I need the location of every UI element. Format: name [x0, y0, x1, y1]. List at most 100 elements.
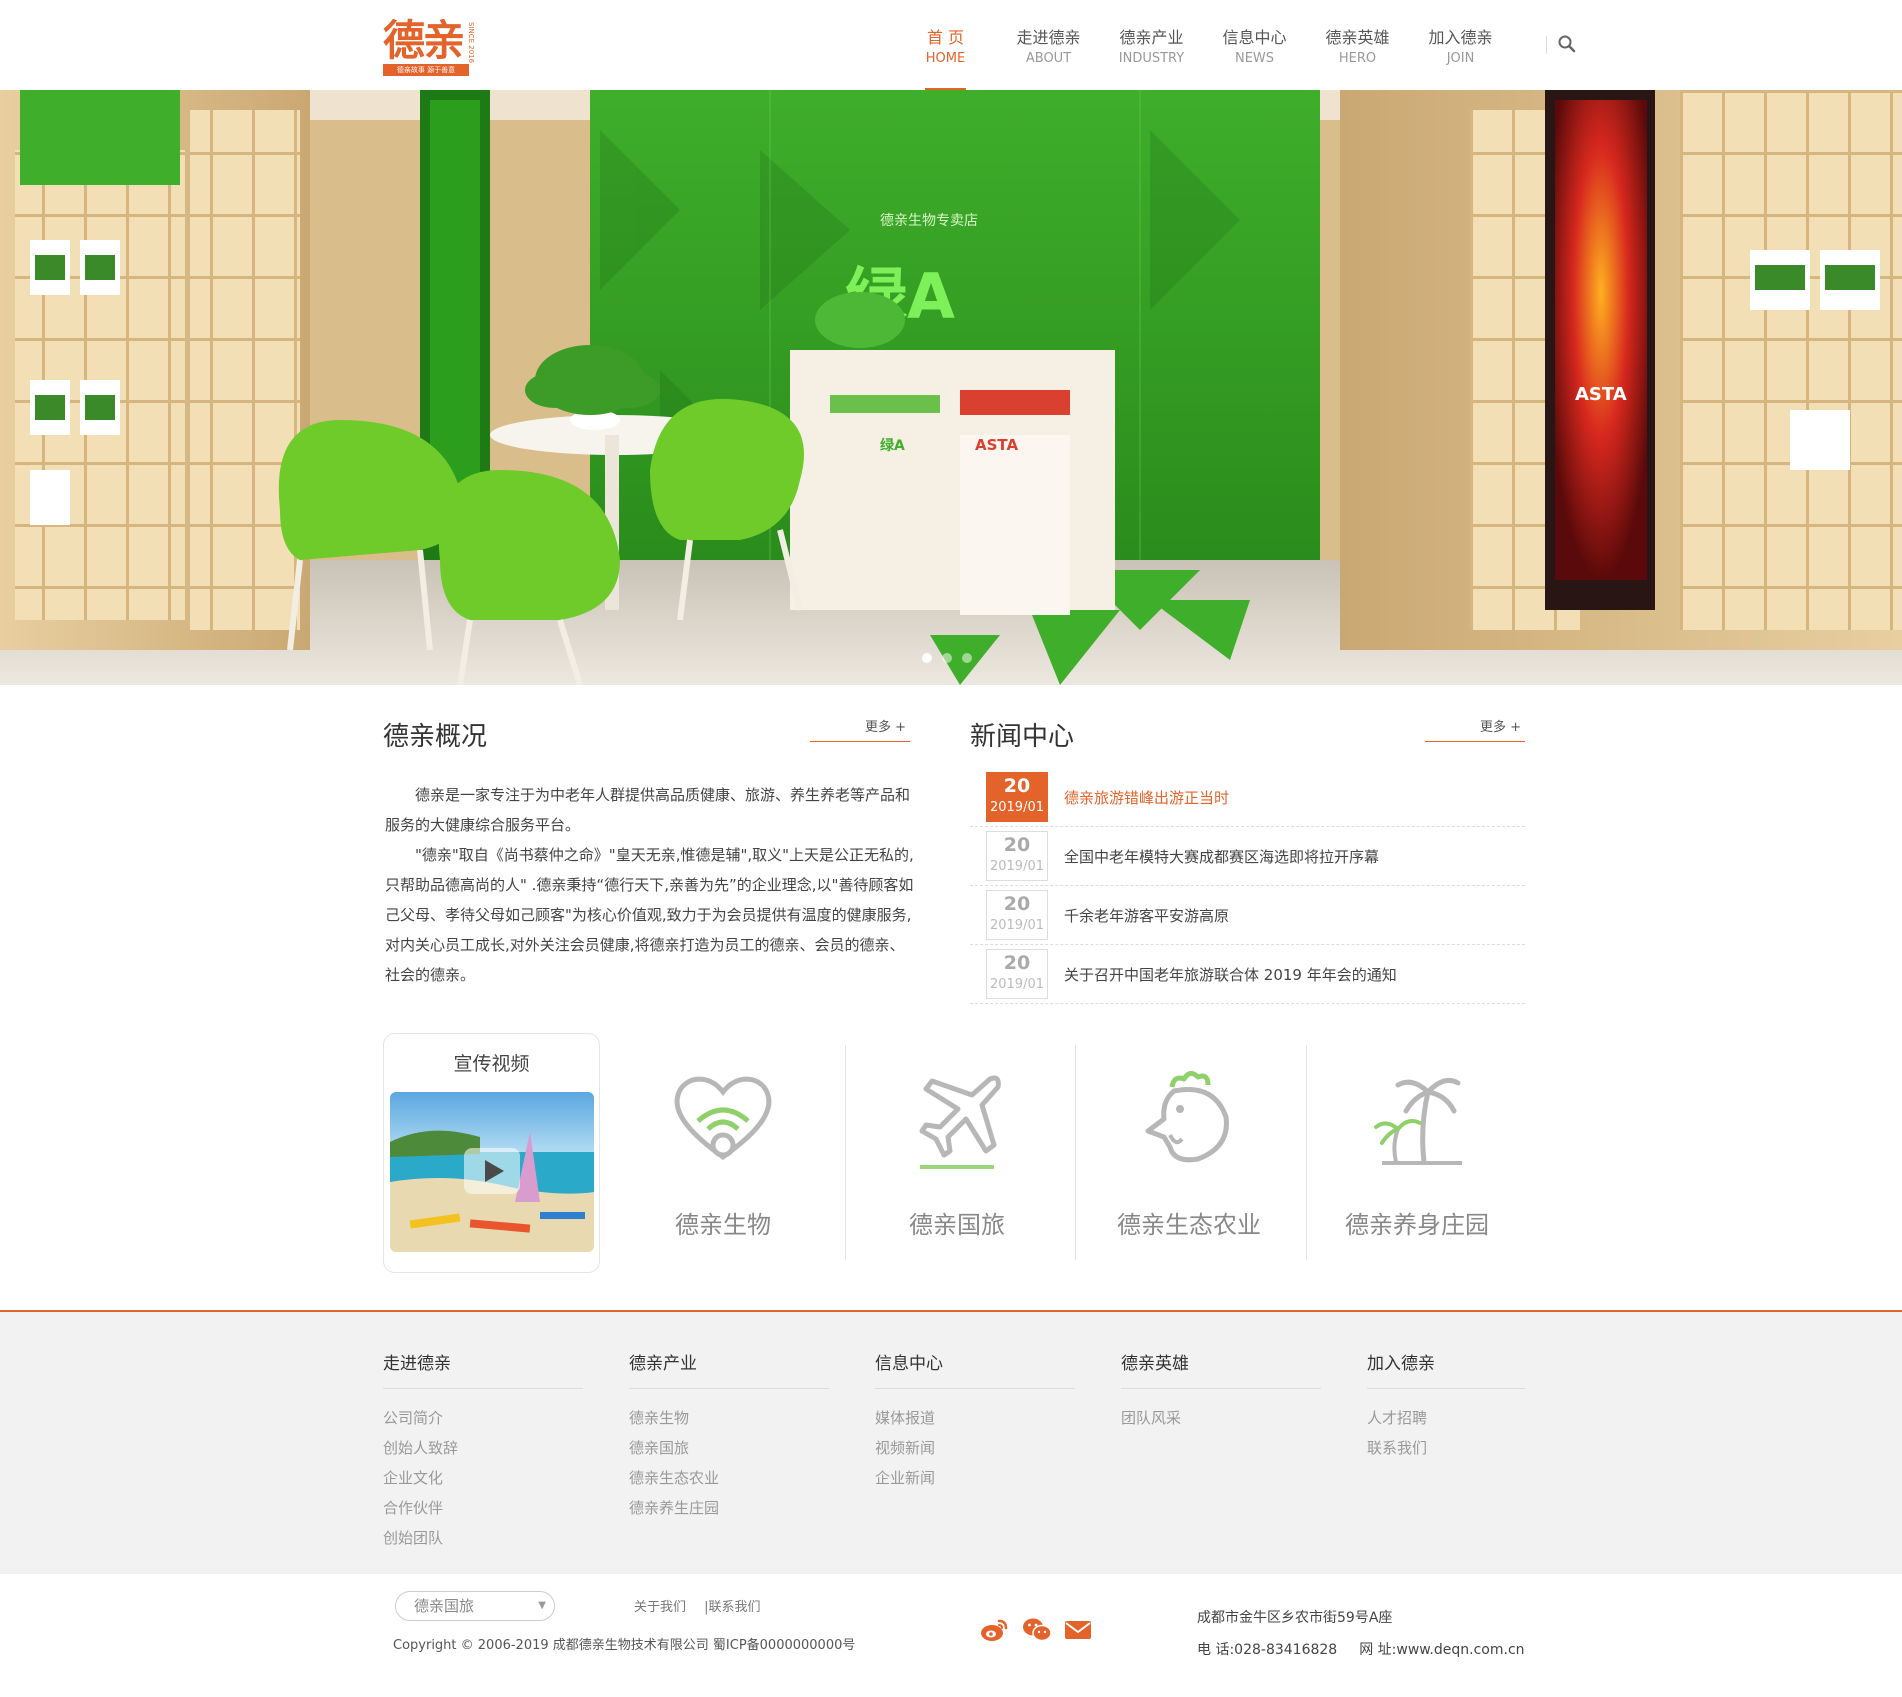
nav-hero[interactable]: 德亲英雄 HERO [1306, 0, 1409, 90]
news-headline: 德亲旅游错峰出游正当时 [1064, 788, 1230, 807]
nav-news[interactable]: 信息中心 NEWS [1203, 0, 1306, 90]
copyright: Copyright © 2006-2019 成都德亲生物技术有限公司 蜀ICP备… [393, 1638, 856, 1653]
email-icon[interactable] [1064, 1616, 1092, 1644]
banner-dot-2[interactable] [942, 653, 952, 663]
footer-link[interactable]: 人才招聘 [1367, 1403, 1525, 1433]
search-icon[interactable] [1557, 34, 1577, 54]
footer-col-title: 德亲英雄 [1121, 1352, 1321, 1389]
site-footer: 走进德亲 公司简介 创始人致辞 企业文化 合作伙伴 创始团队 德亲产业 德亲生物… [0, 1312, 1902, 1574]
nav-label-en: HERO [1338, 51, 1377, 66]
nav-industry[interactable]: 德亲产业 INDUSTRY [1100, 0, 1203, 90]
banner-dot-1[interactable] [922, 653, 932, 663]
footer-link[interactable]: 创始团队 [383, 1523, 583, 1553]
address: 成都市金牛区乡农市街59号A座 [1197, 1610, 1393, 1626]
nav-label: 信息中心 [1222, 28, 1287, 47]
site-select[interactable]: 德亲国旅 ▼ [395, 1591, 555, 1621]
industry-label: 德亲生态农业 [1117, 1211, 1261, 1239]
news-more-link[interactable]: 更多 + [1425, 716, 1525, 742]
banner-dot-3[interactable] [962, 653, 972, 663]
logo-since: SINCE 2016 [467, 22, 475, 64]
nav-home[interactable]: 首 页 HOME [894, 0, 997, 90]
main-nav: 首 页 HOME 走进德亲 ABOUT 德亲产业 INDUSTRY 信息中心 NEWS … [894, 0, 1512, 90]
site-header: 德亲 SINCE 2016 德亲故事 源于善意 首 页 HOME 走进德亲 ABOU… [0, 0, 1902, 90]
promo-video-card[interactable]: 宣传视频 [383, 1033, 600, 1273]
about-title: 德亲概况 [383, 722, 488, 752]
news-item[interactable]: 20 2019/01 关于召开中国老年旅游联合体 2019 年年会的通知 [970, 945, 1525, 1004]
footer-col-industry: 德亲产业 德亲生物 德亲国旅 德亲生态农业 德亲养生庄园 [629, 1352, 829, 1523]
about-paragraph: 德亲是一家专注于为中老年人群提供高品质健康、旅游、养生养老等产品和服务的大健康综… [385, 786, 911, 834]
news-day: 20 [1003, 893, 1031, 915]
news-headline: 千余老年游客平安游高原 [1064, 906, 1230, 925]
svg-text:绿A: 绿A [880, 437, 905, 454]
nav-label: 首 页 [926, 28, 965, 47]
footer-link[interactable]: 德亲生物 [629, 1403, 829, 1433]
news-date: 20 2019/01 [986, 949, 1048, 999]
footer-link[interactable]: 创始人致辞 [383, 1433, 583, 1463]
footer-link[interactable]: 企业新闻 [875, 1463, 1075, 1493]
bottom-links: 关于我们 |联系我们 [634, 1596, 761, 1615]
news-day: 20 [1003, 834, 1031, 856]
chevron-down-icon: ▼ [538, 1600, 546, 1611]
social-links [980, 1616, 1092, 1644]
nav-label-en: HOME [925, 51, 966, 66]
contact-us-link[interactable]: |联系我们 [704, 1600, 760, 1615]
footer-col-title: 信息中心 [875, 1352, 1075, 1389]
footer-link[interactable]: 企业文化 [383, 1463, 583, 1493]
footer-link[interactable]: 团队风采 [1121, 1403, 1321, 1433]
promo-video-title: 宣传视频 [453, 1053, 530, 1075]
industry-agriculture[interactable]: 德亲生态农业 [1074, 1045, 1304, 1260]
footer-link[interactable]: 联系我们 [1367, 1433, 1525, 1463]
footer-link[interactable]: 公司简介 [383, 1403, 583, 1433]
news-date: 20 2019/01 [986, 890, 1048, 940]
footer-col-title: 走进德亲 [383, 1352, 583, 1389]
play-icon[interactable] [464, 1148, 520, 1194]
news-day: 20 [1003, 952, 1031, 974]
rooster-icon [1145, 1071, 1229, 1163]
news-date: 20 2019/01 [986, 831, 1048, 881]
site-select-value: 德亲国旅 [414, 1597, 475, 1615]
phone-website: 电 话:028-83416828 网 址:www.deqn.com.cn [1197, 1634, 1525, 1666]
about-paragraph: "德亲"取自《尚书蔡仲之命》"皇天无亲,惟德是辅",取义"上天是公正无私的,只帮… [385, 846, 914, 984]
svg-text:德亲生物专卖店: 德亲生物专卖店 [880, 213, 978, 229]
about-us-link[interactable]: 关于我们 [634, 1600, 686, 1615]
weibo-icon[interactable] [980, 1616, 1008, 1644]
banner-image: 德亲生物专卖店 绿A ASTA ASTA 绿A [0, 90, 1902, 685]
news-month: 2019/01 [989, 918, 1044, 933]
footer-link[interactable]: 视频新闻 [875, 1433, 1075, 1463]
news-title: 新闻中心 [970, 722, 1075, 752]
footer-col-news: 信息中心 媒体报道 视频新闻 企业新闻 [875, 1352, 1075, 1493]
industry-label: 德亲国旅 [909, 1211, 1005, 1239]
industry-bio[interactable]: 德亲生物 [608, 1045, 838, 1260]
phone: 电 话:028-83416828 [1197, 1642, 1338, 1658]
news-month: 2019/01 [989, 977, 1044, 992]
footer-link[interactable]: 德亲国旅 [629, 1433, 829, 1463]
footer-link[interactable]: 德亲生态农业 [629, 1463, 829, 1493]
footer-col-hero: 德亲英雄 团队风采 [1121, 1352, 1321, 1433]
nav-join[interactable]: 加入德亲 JOIN [1409, 0, 1512, 90]
airplane-icon [919, 1075, 1001, 1158]
industry-travel[interactable]: 德亲国旅 [842, 1045, 1072, 1260]
footer-link[interactable]: 合作伙伴 [383, 1493, 583, 1523]
nav-label: 德亲英雄 [1325, 28, 1390, 47]
logo[interactable]: 德亲 SINCE 2016 德亲故事 源于善意 [383, 18, 475, 76]
active-underline [920, 1165, 994, 1169]
nav-about[interactable]: 走进德亲 ABOUT [997, 0, 1100, 90]
news-month: 2019/01 [989, 859, 1044, 874]
nav-label: 走进德亲 [1016, 28, 1081, 47]
industry-manor[interactable]: 德亲养身庄园 [1302, 1045, 1532, 1260]
nav-label-en: ABOUT [1025, 51, 1072, 66]
nav-label-en: NEWS [1234, 51, 1275, 66]
video-thumbnail[interactable] [390, 1092, 594, 1252]
nav-divider [1546, 36, 1547, 54]
news-item[interactable]: 20 2019/01 德亲旅游错峰出游正当时 [970, 768, 1525, 827]
news-headline: 关于召开中国老年旅游联合体 2019 年年会的通知 [1064, 965, 1397, 984]
news-day: 20 [1003, 775, 1031, 797]
about-more-link[interactable]: 更多 + [810, 716, 910, 742]
news-item[interactable]: 20 2019/01 全国中老年模特大赛成都赛区海选即将拉开序幕 [970, 827, 1525, 886]
news-item[interactable]: 20 2019/01 千余老年游客平安游高原 [970, 886, 1525, 945]
palm-tree-icon [1374, 1078, 1462, 1165]
nav-label-en: INDUSTRY [1118, 51, 1185, 66]
footer-link[interactable]: 媒体报道 [875, 1403, 1075, 1433]
wechat-icon[interactable] [1022, 1616, 1052, 1644]
footer-link[interactable]: 德亲养生庄园 [629, 1493, 829, 1523]
